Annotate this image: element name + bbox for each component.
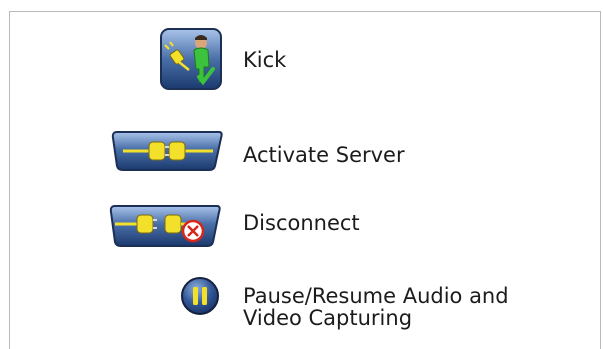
icon-legend-panel: Kick Activate Server Disconnect Pause/Re… <box>9 11 601 349</box>
pause-resume-label-line2: Video Capturing <box>243 306 413 330</box>
plug-disconnected-icon <box>109 205 221 247</box>
activate-server-label: Activate Server <box>243 143 405 167</box>
kick-user-icon <box>160 28 222 90</box>
pause-icon <box>181 277 219 315</box>
plug-connected-icon <box>111 131 223 171</box>
pause-resume-label-line1: Pause/Resume Audio and <box>243 284 509 308</box>
disconnect-label: Disconnect <box>243 211 360 235</box>
kick-label: Kick <box>243 48 287 72</box>
